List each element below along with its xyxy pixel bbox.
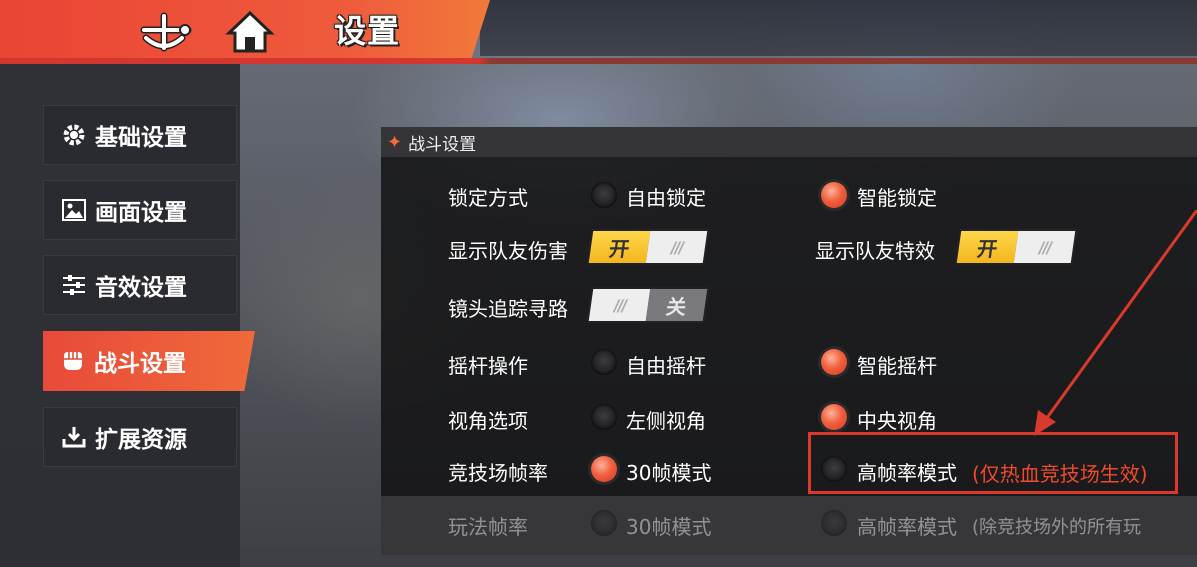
- joystick-free-label: 自由摇杆: [626, 354, 706, 378]
- sliders-icon: [61, 272, 87, 298]
- teammate-damage-toggle[interactable]: 开 ///: [588, 231, 708, 263]
- teammate-effects-label: 显示队友特效: [815, 239, 935, 263]
- panel-header: ✦ 战斗设置: [381, 127, 1197, 157]
- lock-free-radio[interactable]: [591, 182, 617, 208]
- view-center-radio[interactable]: [821, 404, 847, 430]
- sidebar-item-resources[interactable]: 扩展资源: [43, 407, 237, 467]
- arena-30fps-label: 30帧模式: [626, 461, 712, 485]
- joystick-free-radio[interactable]: [591, 349, 617, 375]
- sidebar-item-audio[interactable]: 音效设置: [43, 255, 237, 315]
- sidebar-item-label: 音效设置: [95, 275, 187, 301]
- view-left-label: 左侧视角: [626, 409, 706, 433]
- joystick-smart-radio[interactable]: [821, 349, 847, 375]
- toggle-on-segment: 开: [588, 231, 651, 263]
- camera-track-toggle[interactable]: /// 关: [588, 289, 708, 321]
- download-icon: [61, 424, 87, 450]
- joystick-label: 摇杆操作: [448, 354, 528, 378]
- lock-free-label: 自由锁定: [626, 186, 706, 210]
- lock-smart-radio[interactable]: [821, 182, 847, 208]
- sidebar-item-label: 战斗设置: [94, 351, 186, 377]
- page-title: 设置: [334, 12, 401, 50]
- lock-mode-label: 锁定方式: [448, 186, 528, 210]
- annotation-highlight-box: [808, 432, 1178, 494]
- fist-icon: [60, 348, 86, 374]
- annotation-arrow-icon: [1034, 210, 1197, 436]
- panel-title: 战斗设置: [408, 134, 477, 155]
- play-30fps-label: 30帧模式: [626, 515, 712, 539]
- sidebar-item-graphics[interactable]: 画面设置: [43, 180, 237, 240]
- teammate-damage-label: 显示队友伤害: [448, 239, 568, 263]
- toggle-on-segment: ///: [588, 289, 651, 321]
- anchor-back-icon[interactable]: [138, 8, 194, 56]
- view-left-radio[interactable]: [591, 404, 617, 430]
- sidebar-item-combat[interactable]: 战斗设置: [43, 331, 255, 391]
- toggle-off-segment: ///: [645, 231, 708, 263]
- view-label: 视角选项: [448, 409, 528, 433]
- play-highfps-note: (除竞技场外的所有玩: [972, 517, 1142, 538]
- sidebar-item-label: 扩展资源: [95, 427, 187, 453]
- play-highfps-radio[interactable]: [821, 510, 847, 536]
- gear-icon: [61, 122, 87, 148]
- header-strip: [480, 0, 1197, 56]
- joystick-smart-label: 智能摇杆: [857, 354, 937, 378]
- arena-fps-label: 竞技场帧率: [448, 461, 548, 485]
- play-30fps-radio[interactable]: [591, 510, 617, 536]
- play-highfps-label: 高帧率模式: [857, 515, 957, 539]
- toggle-off-segment: 关: [645, 289, 708, 321]
- image-icon: [61, 197, 87, 223]
- star-icon: ✦: [387, 131, 403, 153]
- play-fps-label: 玩法帧率: [448, 515, 528, 539]
- arena-30fps-radio[interactable]: [591, 456, 617, 482]
- sidebar-item-basic[interactable]: 基础设置: [43, 105, 237, 165]
- sidebar-item-label: 画面设置: [95, 200, 187, 226]
- view-center-label: 中央视角: [857, 409, 937, 433]
- lock-smart-label: 智能锁定: [857, 186, 937, 210]
- header-divider: [0, 58, 1197, 64]
- sidebar-item-label: 基础设置: [95, 125, 187, 151]
- home-icon[interactable]: [222, 8, 278, 56]
- camera-track-label: 镜头追踪寻路: [448, 297, 568, 321]
